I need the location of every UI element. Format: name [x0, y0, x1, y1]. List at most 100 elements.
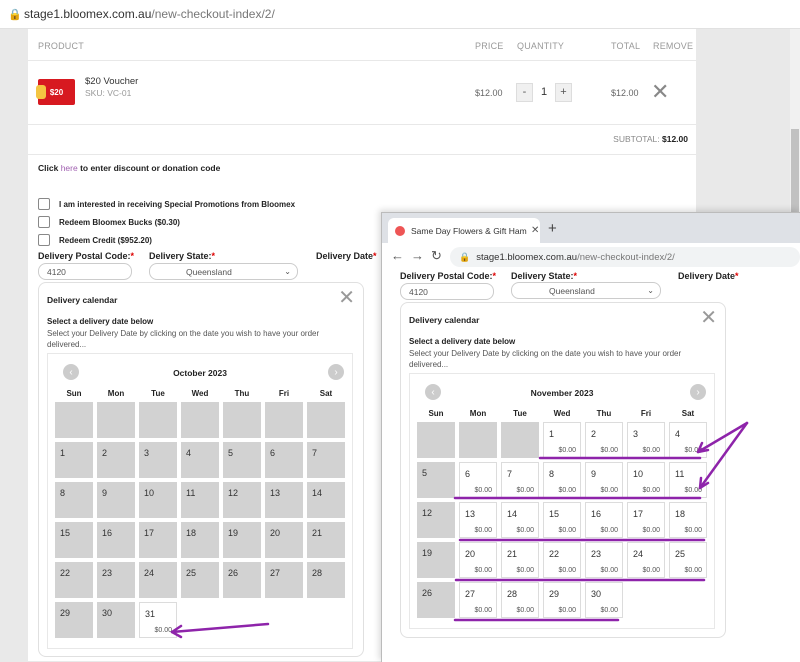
- divider: [28, 154, 696, 155]
- day-price: $0.00: [558, 607, 576, 614]
- calendar-day-8: 8: [55, 482, 93, 518]
- checkbox[interactable]: [38, 234, 50, 246]
- calendar-day-9[interactable]: 9 $0.00: [585, 462, 623, 498]
- calendar-day-13[interactable]: 13 $0.00: [459, 502, 497, 538]
- calendar-empty-cell: [417, 422, 455, 458]
- promo-checkbox[interactable]: I am interested in receiving Special Pro…: [38, 198, 295, 210]
- calendar-title: Delivery calendar: [409, 315, 480, 325]
- day-number: 28: [507, 589, 518, 599]
- calendar-day-25[interactable]: 25 $0.00: [669, 542, 707, 578]
- weekday-header-sat: Sat: [681, 409, 695, 418]
- calendar-day-3: 3: [139, 442, 177, 478]
- address-bar[interactable]: 🔒 stage1.bloomex.com.au/new-checkout-ind…: [450, 247, 800, 267]
- day-price: $0.00: [474, 567, 492, 574]
- weekday-header-tue: Tue: [151, 389, 165, 398]
- close-tab-icon[interactable]: ✕: [531, 225, 539, 236]
- delivery-calendar-panel: Delivery calendar ✕ Select a delivery da…: [38, 282, 364, 657]
- divider: [28, 124, 696, 125]
- calendar-instructions: Select your Delivery Date by clicking on…: [47, 329, 320, 349]
- calendar-day-1[interactable]: 1 $0.00: [543, 422, 581, 458]
- reload-icon[interactable]: ↻: [431, 248, 442, 264]
- calendar-day-8[interactable]: 8 $0.00: [543, 462, 581, 498]
- close-icon[interactable]: ✕: [338, 285, 355, 310]
- state-select[interactable]: Queensland ⌄: [511, 282, 661, 299]
- calendar-day-31[interactable]: 31 $0.00: [139, 602, 177, 638]
- calendar-day-18[interactable]: 18 $0.00: [669, 502, 707, 538]
- remove-item-button[interactable]: ✕: [651, 81, 669, 103]
- calendar-day-5: 5: [223, 442, 261, 478]
- calendar-day-14[interactable]: 14 $0.00: [501, 502, 539, 538]
- address-bar[interactable]: 🔒 stage1.bloomex.com.au/new-checkout-ind…: [0, 0, 800, 29]
- lock-icon: 🔒: [8, 8, 22, 21]
- header-remove: REMOVE: [653, 41, 694, 51]
- delivery-date-label: Delivery Date*: [316, 251, 377, 261]
- redeem-credit-checkbox[interactable]: Redeem Credit ($952.20): [38, 234, 152, 246]
- day-number: 12: [228, 488, 239, 498]
- calendar-day-7[interactable]: 7 $0.00: [501, 462, 539, 498]
- day-price: $0.00: [600, 527, 618, 534]
- day-number: 3: [633, 429, 639, 439]
- product-name[interactable]: $20 Voucher: [85, 76, 138, 87]
- calendar-day-16[interactable]: 16 $0.00: [585, 502, 623, 538]
- calendar-day-1: 1: [55, 442, 93, 478]
- postal-code-input[interactable]: 4120: [38, 263, 132, 280]
- day-number: 30: [102, 608, 113, 618]
- product-sku: SKU: VC-01: [85, 88, 132, 98]
- weekday-header-sun: Sun: [428, 409, 444, 418]
- day-number: 19: [228, 528, 239, 538]
- item-price: $12.00: [475, 88, 503, 98]
- new-tab-button[interactable]: +: [548, 220, 557, 237]
- browser-tab[interactable]: Same Day Flowers & Gift Hampers ✕: [388, 218, 540, 243]
- calendar-day-22[interactable]: 22 $0.00: [543, 542, 581, 578]
- calendar-day-10: 10: [139, 482, 177, 518]
- day-number: 30: [591, 589, 602, 599]
- calendar-day-17[interactable]: 17 $0.00: [627, 502, 665, 538]
- close-icon[interactable]: ✕: [700, 305, 717, 330]
- calendar-day-29[interactable]: 29 $0.00: [543, 582, 581, 618]
- calendar-day-28[interactable]: 28 $0.00: [501, 582, 539, 618]
- bloomex-bucks-checkbox[interactable]: Redeem Bloomex Bucks ($0.30): [38, 216, 180, 228]
- day-number: 27: [465, 589, 476, 599]
- discount-link[interactable]: here: [61, 163, 78, 173]
- weekday-header-thu: Thu: [234, 389, 250, 398]
- calendar-day-11[interactable]: 11 $0.00: [669, 462, 707, 498]
- calendar-day-15[interactable]: 15 $0.00: [543, 502, 581, 538]
- quantity-value[interactable]: 1: [533, 86, 555, 98]
- header-price: PRICE: [475, 41, 504, 51]
- increase-qty-button[interactable]: +: [555, 82, 572, 102]
- back-icon[interactable]: ←: [391, 248, 404, 263]
- calendar-day-30[interactable]: 30 $0.00: [585, 582, 623, 618]
- postal-code-input[interactable]: 4120: [400, 283, 494, 300]
- day-price: $0.00: [684, 567, 702, 574]
- calendar-day-23[interactable]: 23 $0.00: [585, 542, 623, 578]
- day-number: 4: [186, 448, 192, 458]
- calendar-day-27[interactable]: 27 $0.00: [459, 582, 497, 618]
- calendar-day-24[interactable]: 24 $0.00: [627, 542, 665, 578]
- lock-icon: 🔒: [459, 251, 471, 262]
- calendar-day-3[interactable]: 3 $0.00: [627, 422, 665, 458]
- calendar-day-6[interactable]: 6 $0.00: [459, 462, 497, 498]
- day-price: $0.00: [600, 487, 618, 494]
- day-number: 1: [60, 448, 66, 458]
- calendar-day-20: 20: [265, 522, 303, 558]
- day-number: 16: [102, 528, 113, 538]
- day-number: 7: [312, 448, 318, 458]
- calendar-instructions: Select your Delivery Date by clicking on…: [409, 349, 682, 369]
- day-number: 28: [312, 568, 323, 578]
- calendar-day-20[interactable]: 20 $0.00: [459, 542, 497, 578]
- calendar-day-26: 26: [223, 562, 261, 598]
- checkbox[interactable]: [38, 198, 50, 210]
- calendar-heading: Select a delivery date below: [47, 317, 154, 326]
- calendar-day-4[interactable]: 4 $0.00: [669, 422, 707, 458]
- decrease-qty-button[interactable]: -: [516, 82, 533, 102]
- divider: [28, 60, 696, 61]
- forward-icon[interactable]: →: [411, 248, 424, 263]
- checkbox[interactable]: [38, 216, 50, 228]
- calendar-day-14: 14: [307, 482, 345, 518]
- calendar-day-10[interactable]: 10 $0.00: [627, 462, 665, 498]
- state-select[interactable]: Queensland ⌄: [149, 263, 298, 280]
- day-number: 1: [549, 429, 555, 439]
- day-price: $0.00: [600, 567, 618, 574]
- calendar-day-2[interactable]: 2 $0.00: [585, 422, 623, 458]
- calendar-day-21[interactable]: 21 $0.00: [501, 542, 539, 578]
